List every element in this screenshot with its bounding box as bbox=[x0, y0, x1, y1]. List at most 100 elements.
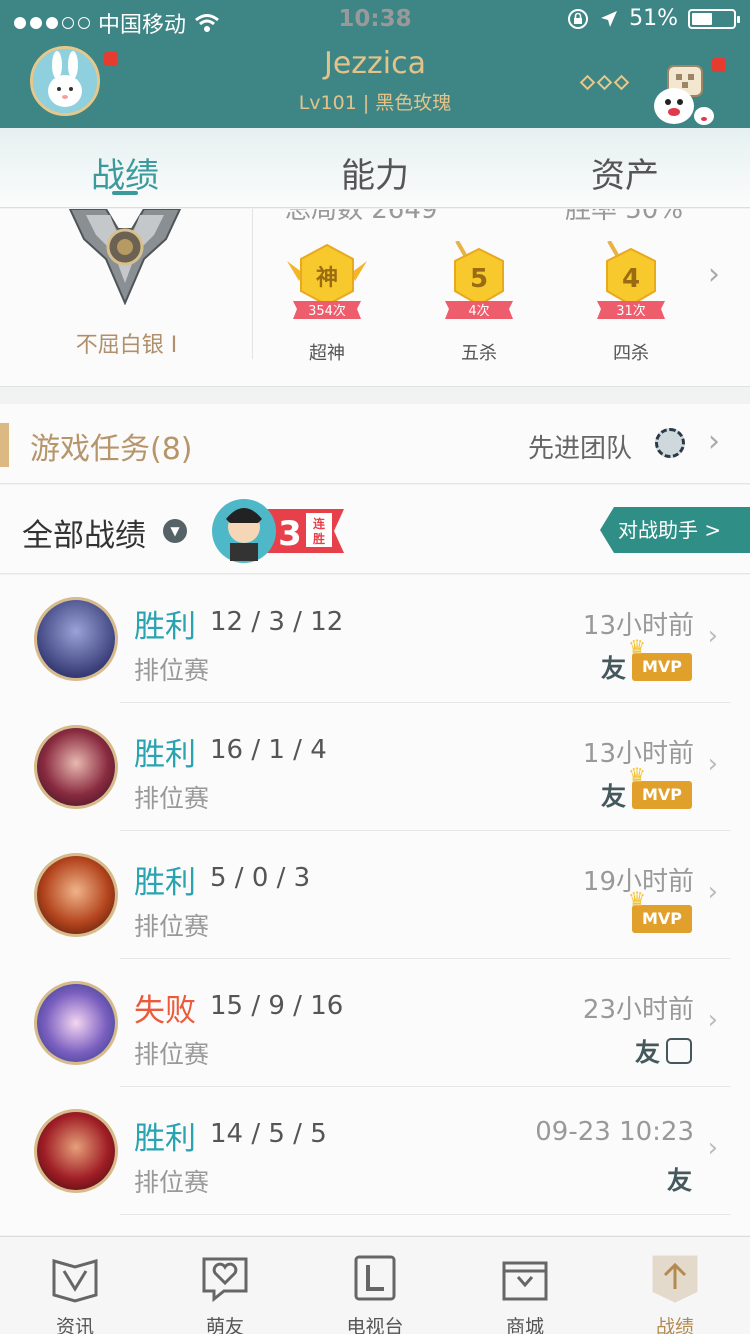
nav-label: 商城 bbox=[505, 1316, 544, 1334]
mvp-badge: MVP bbox=[628, 761, 692, 809]
pentakill-badge-icon: 5 4次 bbox=[437, 240, 521, 327]
match-mode: 排位赛 bbox=[134, 784, 210, 813]
shop-icon bbox=[502, 1261, 548, 1301]
rank-tier-name: 不屈白银 I bbox=[75, 333, 178, 358]
champion-portrait bbox=[34, 853, 118, 937]
win-rate-cut: 胜率 50% bbox=[565, 209, 684, 225]
champion-portrait bbox=[34, 725, 118, 809]
honors-chevron-icon[interactable]: › bbox=[708, 257, 720, 292]
silver-rank-emblem-icon bbox=[68, 209, 182, 305]
nav-friends[interactable]: 萌友 bbox=[150, 1237, 300, 1334]
match-result: 失败 bbox=[134, 993, 196, 1029]
battery-icon bbox=[688, 8, 740, 29]
quadrakill-badge-icon: 4 31次 bbox=[589, 240, 673, 327]
honor-quadrakill: 4 31次 四杀 bbox=[586, 240, 676, 365]
friends-icon bbox=[202, 1257, 248, 1303]
nav-tv[interactable]: 电视台 bbox=[300, 1237, 450, 1334]
match-result: 胜利 bbox=[134, 737, 196, 773]
friend-badge: 友 bbox=[634, 1038, 660, 1067]
tab-assets[interactable]: 资产 bbox=[500, 128, 750, 207]
svg-text:神: 神 bbox=[316, 265, 338, 291]
chevron-right-icon: › bbox=[707, 1133, 718, 1163]
battery-percent: 51% bbox=[629, 6, 678, 31]
svg-text:3: 3 bbox=[278, 514, 302, 554]
match-time: 23小时前 bbox=[582, 995, 694, 1025]
match-row[interactable]: 胜利 16 / 1 / 4 排位赛 13小时前 友 MVP › bbox=[0, 703, 750, 831]
match-row[interactable]: 失败 15 / 9 / 16 排位赛 23小时前 友 › bbox=[0, 959, 750, 1087]
win-streak-badge: 3 连 胜 bbox=[212, 499, 344, 563]
match-row[interactable]: 胜利 14 / 5 / 5 排位赛 09-23 10:23 友 › bbox=[0, 1087, 750, 1215]
godlike-count: 354次 bbox=[308, 303, 346, 319]
honor-label: 五杀 bbox=[461, 343, 497, 364]
user-name: Jezzica bbox=[323, 46, 426, 81]
location-icon bbox=[601, 10, 618, 27]
tab-ability[interactable]: 能力 bbox=[250, 128, 500, 207]
champion-portrait bbox=[34, 981, 118, 1065]
nav-news[interactable]: 资讯 bbox=[0, 1237, 150, 1334]
all-records-filter[interactable]: 全部战绩 bbox=[22, 510, 146, 555]
match-kda: 15 / 9 / 16 bbox=[210, 991, 344, 1021]
team-label: 先进团队 bbox=[527, 434, 632, 464]
match-mode: 排位赛 bbox=[134, 1168, 210, 1197]
svg-text:5: 5 bbox=[470, 264, 488, 294]
honor-label: 四杀 bbox=[613, 343, 649, 364]
svg-text:31次: 31次 bbox=[616, 303, 646, 319]
tab-record[interactable]: 战绩 bbox=[0, 128, 250, 207]
match-row[interactable]: 胜利 5 / 0 / 3 排位赛 19小时前 MVP › bbox=[0, 831, 750, 959]
rank-tier-block[interactable]: 不屈白银 I bbox=[0, 209, 253, 359]
record-icon bbox=[652, 1255, 698, 1303]
rank-summary-panel: 不屈白银 I 总局数 2649 胜率 50% 神 354次 超神 5 4次 五杀… bbox=[0, 209, 750, 387]
champion-portrait bbox=[34, 1109, 118, 1193]
replay-video-icon[interactable] bbox=[666, 1038, 692, 1064]
svg-text:胜: 胜 bbox=[313, 531, 325, 546]
nav-label: 萌友 bbox=[205, 1316, 244, 1334]
match-kda: 5 / 0 / 3 bbox=[210, 863, 311, 893]
team-badge-icon bbox=[655, 428, 685, 458]
svg-text:4: 4 bbox=[622, 264, 640, 294]
friend-badge: 友 bbox=[600, 782, 626, 811]
chevron-right-icon: › bbox=[707, 749, 718, 779]
chevron-down-icon[interactable]: ▼ bbox=[163, 519, 187, 543]
match-result: 胜利 bbox=[134, 609, 196, 645]
tasks-chevron-icon: › bbox=[708, 424, 720, 459]
honor-pentakill: 5 4次 五杀 bbox=[434, 240, 524, 365]
nav-label: 电视台 bbox=[346, 1316, 404, 1334]
status-bar: 中国移动 10:38 51% bbox=[0, 0, 750, 40]
friend-badge: 友 bbox=[666, 1166, 692, 1195]
match-result: 胜利 bbox=[134, 1121, 196, 1157]
nav-record[interactable]: 战绩 bbox=[600, 1237, 750, 1334]
honor-label: 超神 bbox=[309, 343, 345, 364]
news-icon bbox=[52, 1259, 98, 1303]
rotation-lock-icon bbox=[568, 8, 589, 29]
match-kda: 12 / 3 / 12 bbox=[210, 607, 344, 637]
user-level-title: Lv101 | 黑色玫瑰 bbox=[298, 92, 452, 114]
match-mode: 排位赛 bbox=[134, 656, 210, 685]
match-kda: 16 / 1 / 4 bbox=[210, 735, 327, 765]
match-list: 胜利 12 / 3 / 12 排位赛 13小时前 友 MVP › 胜利 16 /… bbox=[0, 575, 750, 1235]
svg-text:4次: 4次 bbox=[468, 303, 489, 319]
game-tasks-title: 游戏任务(8) bbox=[30, 432, 193, 467]
mascot-game-icon[interactable] bbox=[648, 64, 726, 126]
nav-shop[interactable]: 商城 bbox=[450, 1237, 600, 1334]
chevron-right-icon: › bbox=[707, 877, 718, 907]
friend-badge: 友 bbox=[600, 654, 626, 683]
champion-portrait bbox=[34, 597, 118, 681]
chevron-right-icon: › bbox=[707, 1005, 718, 1035]
match-mode: 排位赛 bbox=[134, 1040, 210, 1069]
honor-godlike: 神 354次 超神 bbox=[282, 241, 372, 365]
more-icon[interactable] bbox=[579, 74, 630, 91]
mvp-badge: MVP bbox=[628, 885, 692, 933]
mascot-notification-dot bbox=[712, 58, 726, 72]
mvp-badge: MVP bbox=[628, 633, 692, 681]
tab-bar: 战绩 能力 资产 bbox=[0, 128, 750, 208]
total-games-cut: 总局数 2649 bbox=[285, 209, 438, 225]
battle-assistant-button[interactable]: 对战助手 > bbox=[600, 507, 750, 553]
bottom-nav: 资讯 萌友 电视台 商城 战绩 bbox=[0, 1236, 750, 1334]
chevron-right-icon: › bbox=[707, 621, 718, 651]
match-row[interactable]: 胜利 12 / 3 / 12 排位赛 13小时前 友 MVP › bbox=[0, 575, 750, 703]
section-accent-bar bbox=[0, 423, 9, 467]
game-tasks-row[interactable]: 游戏任务(8) 先进团队 › bbox=[0, 404, 750, 484]
nav-label: 资讯 bbox=[55, 1316, 94, 1334]
godlike-badge-icon: 神 354次 bbox=[285, 241, 369, 327]
nav-label: 战绩 bbox=[655, 1316, 694, 1334]
